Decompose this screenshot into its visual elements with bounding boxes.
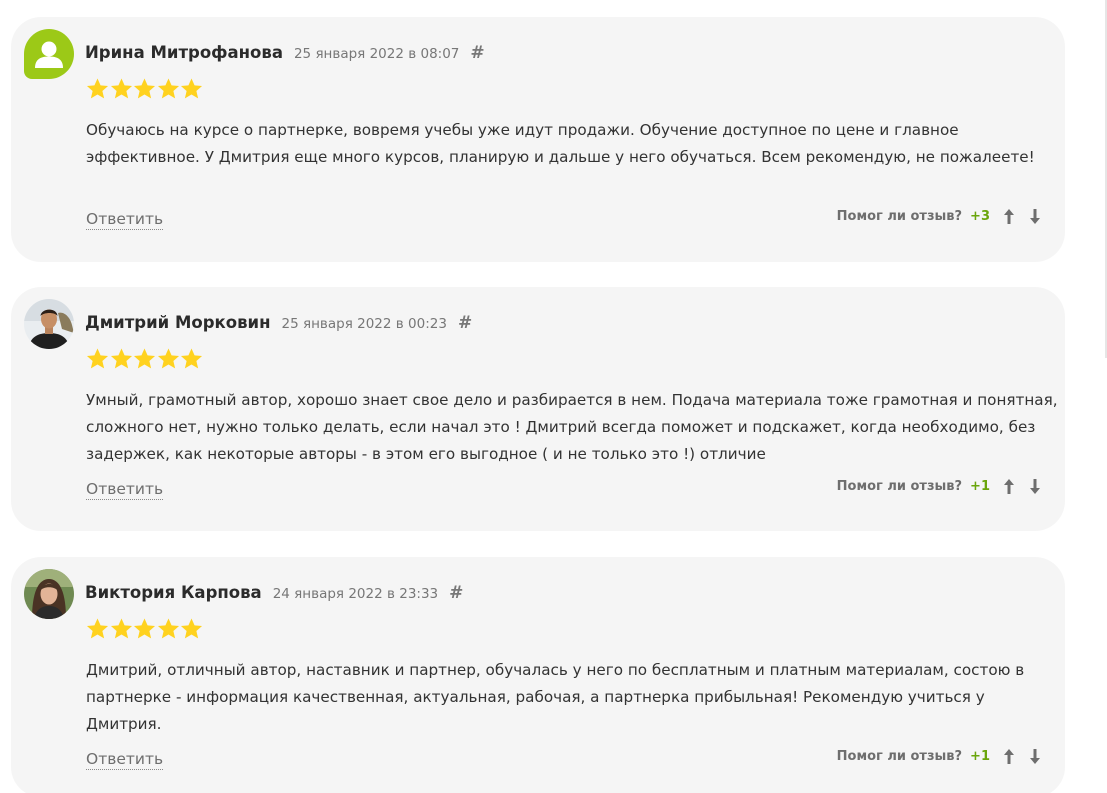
reply-link[interactable]: Ответить [86,479,164,500]
star-icon [86,348,109,369]
rating-stars [86,77,204,100]
arrow-up-icon[interactable] [1002,747,1016,765]
avatar [24,29,74,79]
helpful-vote: Помог ли отзыв? +3 [837,205,1042,227]
arrow-up-icon[interactable] [1002,477,1016,495]
arrow-up-icon[interactable] [1002,207,1016,225]
review-text: Обучаюсь на курсе о партнерке, вовремя у… [86,121,1035,166]
star-icon [180,348,203,369]
permalink-anchor[interactable]: # [458,313,472,333]
review-card: Ирина Митрофанова 25 января 2022 в 08:07… [11,17,1065,262]
review-author[interactable]: Ирина Митрофанова [85,43,283,62]
permalink-anchor[interactable]: # [470,43,484,63]
review-author[interactable]: Дмитрий Морковин [85,313,271,332]
review-date: 24 января 2022 в 23:33 [272,586,439,602]
review-card: Виктория Карпова 24 января 2022 в 23:33 … [11,557,1065,793]
star-icon [110,348,132,369]
review-text: Умный, грамотный автор, хорошо знает сво… [86,391,1058,463]
star-icon [133,348,156,369]
star-icon [110,618,132,639]
helpful-vote: Помог ли отзыв? +1 [837,745,1042,767]
review-card: Дмитрий Морковин 25 января 2022 в 00:23 … [11,287,1065,531]
review-author[interactable]: Виктория Карпова [85,583,262,602]
user-photo [24,299,74,349]
review-header: Ирина Митрофанова 25 января 2022 в 08:07… [85,43,485,67]
reply-link[interactable]: Ответить [86,209,164,230]
star-icon [157,348,179,369]
avatar [24,569,74,619]
arrow-down-icon[interactable] [1028,477,1042,495]
helpful-count: +1 [970,748,990,764]
rating-stars [86,347,204,370]
star-icon [86,618,109,639]
star-icon [133,78,156,99]
star-icon [157,618,179,639]
star-icon [180,78,203,99]
star-icon [180,618,203,639]
star-icon [86,78,109,99]
arrow-down-icon[interactable] [1028,747,1042,765]
review-header: Дмитрий Морковин 25 января 2022 в 00:23 … [85,313,472,337]
review-header: Виктория Карпова 24 января 2022 в 23:33 … [85,583,463,607]
review-date: 25 января 2022 в 08:07 [293,46,460,62]
review-date: 25 января 2022 в 00:23 [281,316,447,332]
rating-stars [86,617,204,640]
star-icon [110,78,132,99]
helpful-vote: Помог ли отзыв? +1 [837,475,1042,497]
reviews-page: Ирина Митрофанова 25 января 2022 в 08:07… [0,0,1107,793]
star-icon [157,78,179,99]
star-icon [133,618,156,639]
helpful-count: +3 [970,208,990,224]
helpful-count: +1 [970,478,990,494]
user-photo [24,569,74,619]
review-text: Дмитрий, отличный автор, наставник и пар… [86,661,1025,733]
reply-link[interactable]: Ответить [86,749,164,770]
helpful-label: Помог ли отзыв? [836,478,963,494]
permalink-anchor[interactable]: # [449,583,463,603]
helpful-label: Помог ли отзыв? [836,748,963,764]
helpful-label: Помог ли отзыв? [836,208,963,224]
user-silhouette-icon [35,41,63,68]
avatar [24,299,74,349]
arrow-down-icon[interactable] [1028,207,1042,225]
